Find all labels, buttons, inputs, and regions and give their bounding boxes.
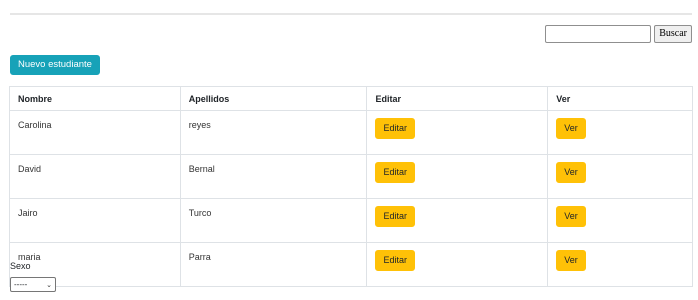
cell-editar: Editar bbox=[366, 198, 549, 243]
students-page: Buscar Nuevo estudiante Nombre Apellidos… bbox=[0, 0, 698, 300]
table-header-row: Nombre Apellidos Editar Ver bbox=[9, 86, 693, 111]
table-row: Jairo Turco Editar Ver bbox=[9, 198, 693, 243]
top-divider bbox=[10, 13, 692, 15]
new-student-button[interactable]: Nuevo estudiante bbox=[10, 55, 100, 75]
edit-button[interactable]: Editar bbox=[375, 250, 415, 271]
cell-ver: Ver bbox=[547, 154, 693, 199]
sexo-select[interactable]: ----- ⌄ bbox=[10, 277, 56, 292]
cell-ver: Ver bbox=[547, 110, 693, 155]
table-row: Carolina reyes Editar Ver bbox=[9, 110, 693, 155]
cell-apellidos: Bernal bbox=[179, 154, 368, 199]
cell-nombre: David bbox=[9, 154, 181, 199]
search-bar: Buscar bbox=[545, 25, 692, 43]
cell-editar: Editar bbox=[366, 154, 549, 199]
view-button[interactable]: Ver bbox=[556, 250, 586, 271]
table-row: David Bernal Editar Ver bbox=[9, 154, 693, 199]
cell-apellidos: Turco bbox=[179, 198, 368, 243]
edit-button[interactable]: Editar bbox=[375, 118, 415, 139]
cell-apellidos: Parra bbox=[179, 242, 368, 287]
table-row: maria Parra Editar Ver bbox=[9, 242, 693, 287]
cell-nombre: Jairo bbox=[9, 198, 181, 243]
cell-editar: Editar bbox=[366, 242, 549, 287]
edit-button[interactable]: Editar bbox=[375, 206, 415, 227]
cell-editar: Editar bbox=[366, 110, 549, 155]
cell-nombre: Carolina bbox=[9, 110, 181, 155]
cell-ver: Ver bbox=[547, 198, 693, 243]
cell-apellidos: reyes bbox=[179, 110, 368, 155]
edit-button[interactable]: Editar bbox=[375, 162, 415, 183]
header-nombre: Nombre bbox=[9, 86, 181, 111]
cell-ver: Ver bbox=[547, 242, 693, 287]
header-apellidos: Apellidos bbox=[179, 86, 368, 111]
search-button[interactable]: Buscar bbox=[654, 25, 692, 43]
search-input[interactable] bbox=[545, 25, 652, 43]
chevron-down-icon: ⌄ bbox=[46, 281, 52, 289]
header-editar: Editar bbox=[366, 86, 549, 111]
students-table: Nombre Apellidos Editar Ver Carolina rey… bbox=[9, 86, 693, 287]
sexo-selected-value: ----- bbox=[14, 280, 28, 289]
view-button[interactable]: Ver bbox=[556, 118, 586, 139]
view-button[interactable]: Ver bbox=[556, 162, 586, 183]
sexo-label: Sexo bbox=[10, 261, 31, 271]
view-button[interactable]: Ver bbox=[556, 206, 586, 227]
header-ver: Ver bbox=[547, 86, 693, 111]
